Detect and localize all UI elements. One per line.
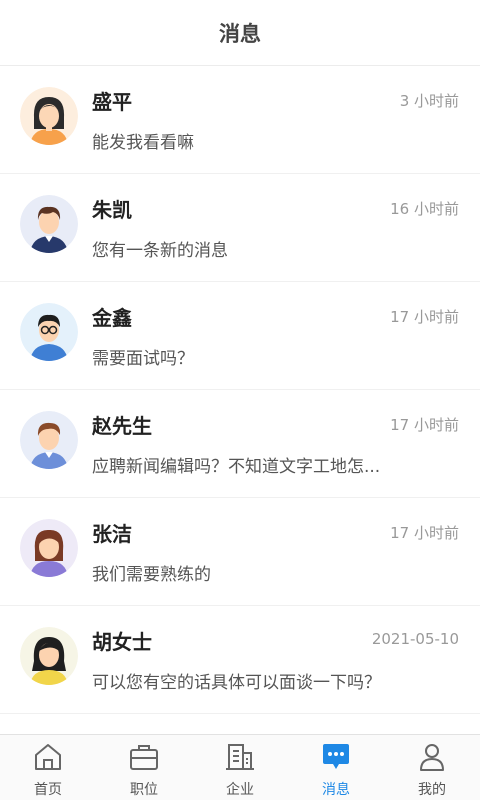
contact-name: 张洁: [92, 522, 132, 546]
tab-messages[interactable]: 消息: [288, 735, 384, 800]
message-time: 17 小时前: [390, 416, 459, 434]
message-item[interactable]: 张洁 17 小时前 我们需要熟练的: [0, 498, 480, 606]
avatar: [20, 303, 78, 361]
message-preview: 可以您有空的话具体可以面谈一下吗？: [92, 673, 381, 693]
message-preview: 应聘新闻编辑吗？不知道文字工地怎...: [92, 457, 381, 477]
avatar: [20, 519, 78, 577]
building-icon: [226, 744, 254, 770]
message-item[interactable]: 朱凯 16 小时前 您有一条新的消息: [0, 174, 480, 282]
contact-name: 金鑫: [92, 306, 132, 330]
tab-label: 消息: [322, 782, 350, 798]
message-time: 17 小时前: [390, 524, 459, 542]
tab-label: 首页: [34, 782, 62, 798]
message-time: 17 小时前: [390, 308, 459, 326]
chat-bubble-icon: [323, 744, 349, 769]
message-preview: 我们需要熟练的: [92, 565, 211, 585]
tab-home[interactable]: 首页: [0, 735, 96, 800]
tab-company[interactable]: 企业: [192, 735, 288, 800]
message-time: 16 小时前: [390, 200, 459, 218]
page-title: 消息: [219, 21, 261, 46]
message-item[interactable]: 赵先生 17 小时前 应聘新闻编辑吗？不知道文字工地怎...: [0, 390, 480, 498]
message-preview: 需要面试吗？: [92, 349, 194, 369]
tab-jobs[interactable]: 职位: [96, 735, 192, 800]
tab-label: 职位: [130, 782, 158, 798]
tab-profile[interactable]: 我的: [384, 735, 480, 800]
message-time: 2021-05-10: [371, 630, 459, 648]
message-time: 3 小时前: [399, 92, 459, 110]
contact-name: 赵先生: [92, 414, 152, 438]
avatar: [20, 87, 78, 145]
tab-label: 我的: [418, 782, 446, 798]
message-preview: 您有一条新的消息: [92, 241, 228, 261]
message-item[interactable]: 胡女士 2021-05-10 可以您有空的话具体可以面谈一下吗？: [0, 606, 480, 714]
message-preview: 能发我看看嘛: [92, 133, 194, 153]
contact-name: 胡女士: [92, 630, 152, 654]
avatar: [20, 195, 78, 253]
header-bar: 消息: [0, 0, 480, 66]
bottom-tab-bar: 首页 职位 企业 消息 我的: [0, 734, 480, 800]
user-icon: [420, 744, 444, 771]
avatar: [20, 627, 78, 685]
tab-label: 企业: [226, 782, 254, 798]
avatar: [20, 411, 78, 469]
message-list: 盛平 3 小时前 能发我看看嘛 朱凯 16 小时前 您有一条新的消息 金鑫 17…: [0, 66, 480, 714]
message-item[interactable]: 金鑫 17 小时前 需要面试吗？: [0, 282, 480, 390]
home-icon: [35, 744, 61, 770]
contact-name: 盛平: [92, 90, 132, 114]
contact-name: 朱凯: [92, 198, 132, 222]
message-item[interactable]: 盛平 3 小时前 能发我看看嘛: [0, 66, 480, 174]
briefcase-icon: [130, 745, 158, 770]
